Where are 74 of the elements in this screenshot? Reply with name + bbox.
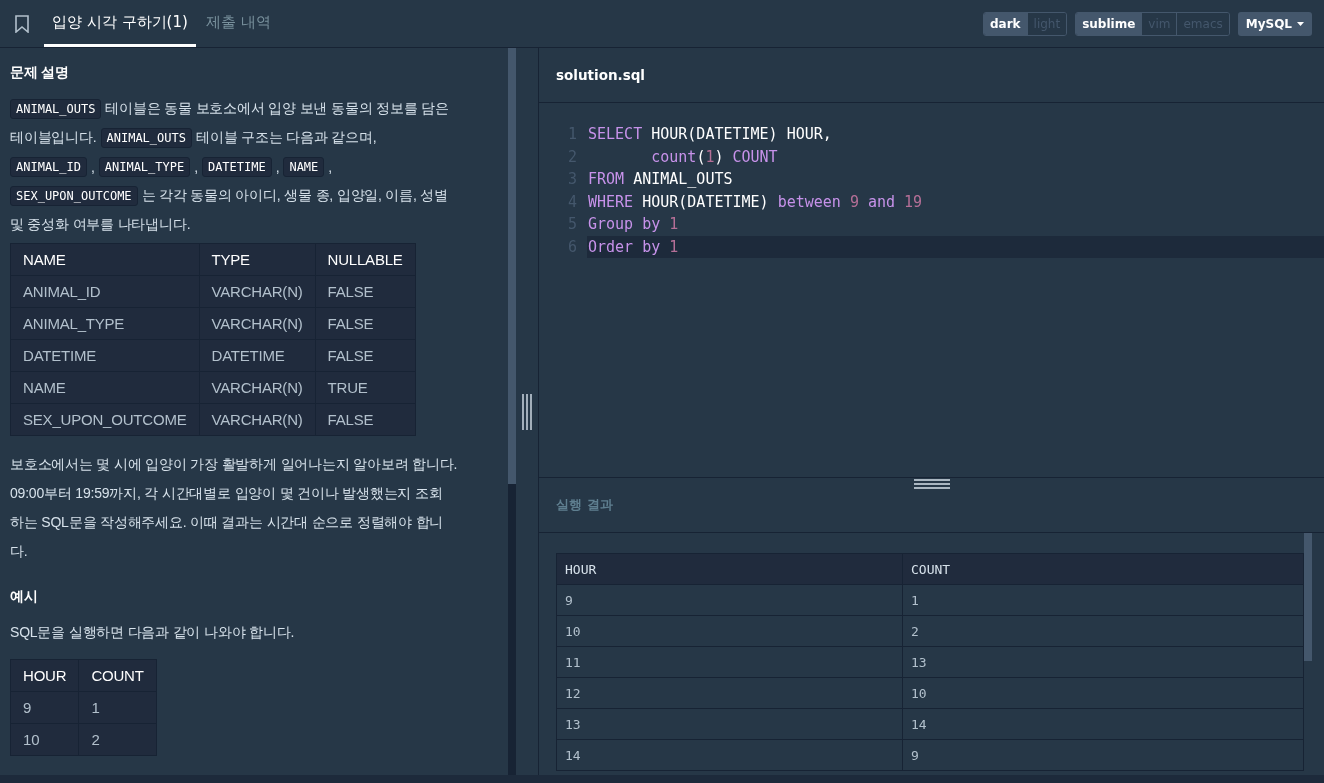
table-cell: VARCHAR(N)	[199, 275, 316, 308]
caret-icon	[1297, 21, 1304, 26]
table-cell: 9	[556, 584, 903, 616]
table-cell: 10	[902, 677, 1304, 709]
table-cell: 2	[902, 615, 1304, 647]
table-cell: 11	[556, 646, 903, 678]
theme-toggle[interactable]: dark	[983, 12, 1027, 35]
table-cell: DATETIME	[10, 339, 199, 372]
code-chip: ANIMAL_TYPE	[98, 156, 191, 177]
table-header: HOUR	[556, 553, 903, 585]
table-header: NULLABLE	[315, 243, 416, 276]
table-cell: 13	[902, 646, 1304, 678]
table-cell: 2	[78, 723, 157, 756]
description-text: 테이블 구조는 다음과 같으며,	[196, 128, 377, 147]
file-name: solution.sql	[539, 48, 1324, 103]
tab[interactable]: 제출 내역	[197, 0, 279, 47]
table-header: HOUR	[10, 659, 79, 692]
table-cell: 14	[902, 708, 1304, 740]
keymap-toggle[interactable]: sublime	[1076, 12, 1142, 35]
code-chip: ANIMAL_OUTS	[100, 127, 192, 148]
scrollbar-thumb[interactable]	[508, 48, 516, 484]
code-chip: ANIMAL_ID	[10, 156, 88, 177]
table-cell: 9	[10, 691, 79, 724]
table-cell: 13	[556, 708, 903, 740]
task-description: 보호소에서는 몇 시에 입양이 가장 활발하게 일어나는지 알아보려 합니다.	[10, 455, 459, 474]
table-cell: FALSE	[315, 275, 416, 308]
table-cell: 1	[78, 691, 157, 724]
table-header: COUNT	[902, 553, 1304, 585]
description-text: 는 각각 동물의 아이디, 생물 종, 입양일, 이름, 성별	[141, 186, 449, 205]
table-header: TYPE	[199, 243, 316, 276]
table-cell: 14	[556, 739, 903, 771]
results-heading: 실행 결과	[539, 478, 1324, 533]
description-text: ,	[91, 158, 95, 175]
table-cell: FALSE	[315, 307, 416, 340]
table-cell: 1	[902, 584, 1304, 616]
example-text: SQL문을 실행하면 다음과 같이 나와야 합니다.	[10, 623, 296, 642]
table-cell: DATETIME	[199, 339, 316, 372]
table-cell: VARCHAR(N)	[199, 403, 316, 436]
code-chip: NAME	[283, 156, 325, 177]
table-cell: ANIMAL_ID	[10, 275, 199, 308]
table-cell: 12	[556, 677, 903, 709]
table-cell: VARCHAR(N)	[199, 371, 316, 404]
description-text: 테이블입니다.	[10, 128, 97, 147]
table-cell: TRUE	[315, 371, 416, 404]
code-chip: ANIMAL_OUTS	[10, 98, 102, 119]
section-heading: 예시	[10, 588, 39, 606]
table-cell: NAME	[10, 371, 199, 404]
table-cell: SEX_UPON_OUTCOME	[10, 403, 199, 436]
bookmark-icon[interactable]	[14, 14, 30, 33]
task-description: 하는 SQL문을 작성해주세요. 이때 결과는 시간대 순으로 정렬해야 합니	[10, 513, 445, 532]
table-header: NAME	[10, 243, 199, 276]
table-cell: FALSE	[315, 403, 416, 436]
table-cell: 10	[10, 723, 79, 756]
description-text: ,	[328, 158, 333, 175]
splitter-handle-icon[interactable]	[522, 393, 532, 430]
code-chip: DATETIME	[201, 156, 272, 177]
description-text: ,	[194, 158, 198, 175]
code-chip: SEX_UPON_OUTCOME	[10, 185, 138, 206]
task-description: 09:00부터 19:59까지, 각 시간대별로 입양이 몇 건이나 발생했는지 조회	[10, 484, 444, 503]
section-heading: 문제 설명	[10, 64, 70, 82]
task-description: 다.	[10, 542, 29, 561]
table-cell: ANIMAL_TYPE	[10, 307, 199, 340]
language-dropdown[interactable]: MySQL	[1237, 11, 1312, 36]
table-cell: VARCHAR(N)	[199, 307, 316, 340]
table-header: COUNT	[78, 659, 157, 692]
table-cell: 9	[902, 739, 1304, 771]
scrollbar-thumb[interactable]	[1304, 533, 1312, 661]
description-text: 테이블은 동물 보호소에서 입양 보낸 동물의 정보를 담은	[105, 99, 449, 118]
description-text: ,	[275, 158, 280, 175]
table-cell: FALSE	[315, 339, 416, 372]
description-text: 및 중성화 여부를 나타냅니다.	[10, 215, 191, 234]
tab[interactable]: 입양 시각 구하기(1)	[44, 0, 196, 47]
resize-handle-icon[interactable]	[913, 479, 950, 489]
table-cell: 10	[556, 615, 903, 647]
